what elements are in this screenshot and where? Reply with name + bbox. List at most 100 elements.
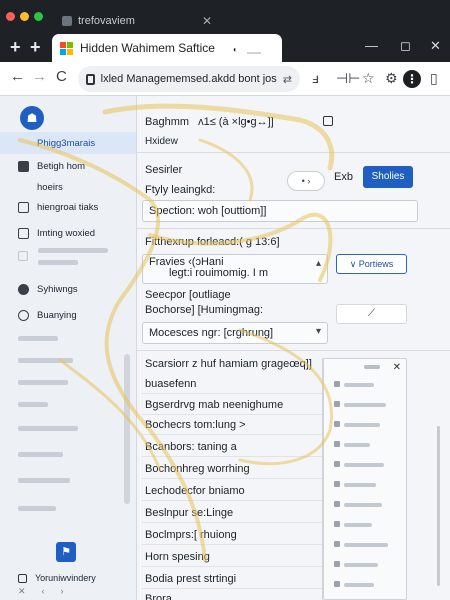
fravies-dropdown[interactable]: Fravies ‹(ɔHani legt:i rouimomig. I m [142,254,328,284]
popup-line [344,443,370,447]
main-scrollbar[interactable] [437,426,440,586]
sidebar-item-home[interactable]: Phigg3marais [0,132,136,154]
sidebar-item-label: Phigg3marais [37,137,96,149]
sesirler-label: Sesirler [145,164,183,176]
minimize-icon[interactable]: — [365,38,378,53]
blank-icon [18,138,29,149]
chevron-left-icon[interactable]: ‹ [42,586,45,600]
seecpor-label: Seecpor [outliage [145,289,231,301]
copy-icon[interactable] [323,116,333,126]
popup-line [344,503,382,507]
divider [137,152,450,153]
faded-label [38,260,78,265]
blue-action-icon[interactable]: ⚑ [56,542,76,562]
close-icon[interactable]: ✕ [393,362,401,373]
side-popup: ✕ [323,358,407,600]
star-icon[interactable]: ☆ [362,70,375,87]
tab-close-icon[interactable]: ✕ [202,14,212,28]
sholies-button[interactable]: Sholies [363,166,413,188]
faded-label [18,358,73,363]
portiews-button[interactable]: ∨ Portiews [336,254,407,274]
close-icon[interactable]: ✕ [18,586,26,600]
forward-arrow-icon[interactable]: → [32,68,47,85]
list-item[interactable]: Brora [142,590,322,600]
faded-label [18,380,68,385]
address-toolbar: ← → C lxled Managememsed.akdd bont jos ⇄… [0,62,450,96]
list-bullet-icon [334,501,340,507]
sidebar-item-betigh[interactable]: Betigh hom [0,155,136,177]
puzzle-icon[interactable]: ⚙ [385,70,398,87]
list-bullet-icon [334,441,340,447]
maximize-window-button[interactable] [34,12,43,21]
spection-field[interactable]: Spection: woh [outtiom]] [142,200,418,222]
list-item[interactable]: Beslnpur se:Linge [142,504,322,523]
extension-icon[interactable]: ⅎ [312,70,319,86]
sidebar-toggle-icon[interactable]: ▯ [430,70,438,87]
subheader: Hxidew [145,136,178,147]
list-item[interactable]: Bodia prest strtingi [142,570,322,589]
tab-strip: + + Hidden Wahimem Saftice ◖ — ◻ ✕ [0,34,450,62]
sidebar-item-hoeirs[interactable]: hoeirs [0,176,136,198]
sidebar-item-syhiwngs[interactable]: Syhiwngs [0,278,136,300]
popup-line [344,583,374,587]
popup-line [344,523,372,527]
settings-square-icon [18,573,27,583]
divider [137,350,450,351]
back-arrow-icon[interactable]: ← [10,68,25,85]
list-item[interactable]: buasefenn [142,375,322,394]
list-bullet-icon [334,541,340,547]
sidebar-footer[interactable]: Yoruniwvindery [0,570,136,586]
page-title-code: ʌ1≤ (à ×lg•g↔]] [198,116,274,128]
close-icon[interactable]: ✕ [430,38,441,54]
equalizer-icon[interactable]: ⊣⊢ [336,70,360,87]
restore-icon[interactable]: ◻ [400,38,411,54]
list-item[interactable]: Bgserdrvg mab neenighume [142,396,322,415]
tab-favicon-icon [62,16,72,26]
close-window-button[interactable] [6,12,15,21]
app-logo-icon[interactable]: ☗ [20,106,44,130]
faded-label [18,478,70,483]
sidebar-item-label: Buanying [37,309,77,321]
mocesces-dropdown[interactable]: Mocesces ngr: [crghrung] [142,322,328,344]
tab-title-placeholder [247,52,261,54]
menu-icon[interactable]: ⋮ [403,70,421,88]
tab-title: Hidden Wahimem Saftice [80,41,215,55]
plus-icon[interactable]: + [10,37,21,58]
sidebar: ☗ Phigg3marais Betigh hom hoeirs hiengro… [0,96,137,600]
page-content: ☗ Phigg3marais Betigh hom hoeirs hiengro… [0,96,450,600]
list-bullet-icon [334,521,340,527]
list-bullet-icon [334,481,340,487]
list-item[interactable]: Horn spesing [142,548,322,567]
exb-button[interactable]: Exb [334,171,353,183]
toggle-chip[interactable]: • › [287,171,325,191]
chevron-right-icon[interactable]: › [61,586,64,600]
tab-title: trefovaviem [78,15,135,27]
faded-label [18,452,63,457]
list-item[interactable]: Bochecrs tom:lung > [142,416,322,435]
list-item[interactable]: Lechodecfor bniamo [142,482,322,501]
sidebar-item-label: Betigh hom [37,160,86,172]
sidebar-item-buanying[interactable]: Buanying [0,304,136,326]
fity-label: Ftyly leaingkd: [145,184,216,196]
microsoft-logo-icon [60,41,73,55]
sidebar-scrollbar[interactable] [124,354,130,504]
address-bar[interactable]: lxled Managememsed.akdd bont jos ⇄ [78,66,300,92]
browser-tab-collapsed[interactable]: ◖ [228,41,268,57]
grid-icon [18,160,29,172]
sidebar-item-label: Imting woxied [37,227,96,239]
reload-icon[interactable]: C [56,68,67,85]
divider [137,228,450,229]
list-item[interactable]: Bochonhreg worrhing [142,460,322,479]
minimize-window-button[interactable] [20,12,29,21]
list-item[interactable]: Bcanbors: taning a [142,438,322,457]
sidebar-item-tiaks[interactable]: hiengroai tiaks [0,196,136,218]
sidebar-item-woxied[interactable]: Imting woxied [0,222,136,244]
window-controls [6,12,43,21]
sidebar-item-label: hiengroai tiaks [37,201,99,213]
share-icon[interactable]: ⇄ [283,73,292,86]
pin-button[interactable]: ⟋ [336,304,407,324]
browser-tab-inactive[interactable]: trefovaviem ✕ [58,8,218,34]
bookmark-icon [18,227,29,239]
new-tab-plus-icon[interactable]: + [30,37,41,58]
list-item[interactable]: Boclmprs:[ rhuiong [142,526,322,545]
